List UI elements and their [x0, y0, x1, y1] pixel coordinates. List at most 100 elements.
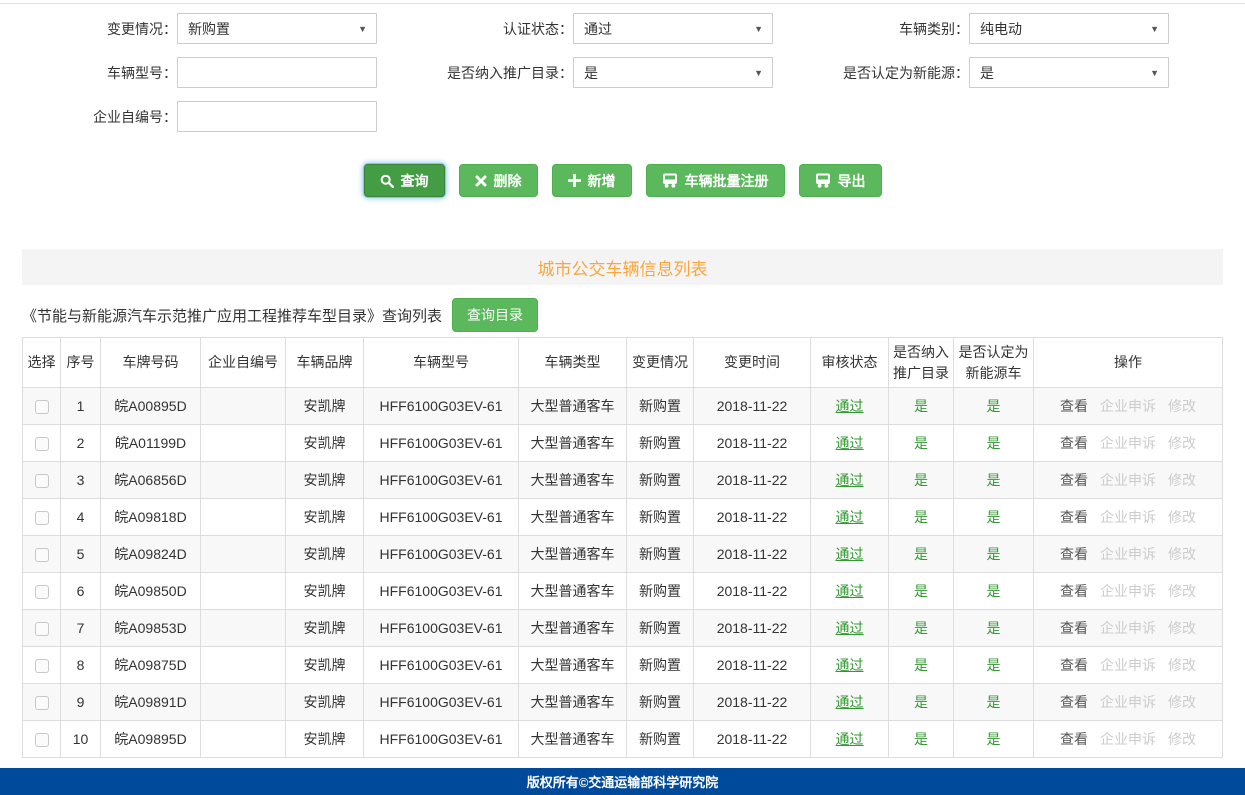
audit-status-link[interactable]: 通过 — [836, 435, 864, 451]
appeal-link[interactable]: 企业申诉 — [1100, 694, 1156, 710]
plate-cell: 皖A06856D — [101, 462, 201, 499]
vehicle-type-cell: 大型普通客车 — [519, 573, 627, 610]
audit-status-link[interactable]: 通过 — [836, 583, 864, 599]
column-header-new-energy: 是否认定为新能源车 — [954, 338, 1034, 388]
delete-button[interactable]: 删除 — [459, 164, 538, 197]
row-checkbox[interactable] — [35, 400, 49, 414]
appeal-link[interactable]: 企业申诉 — [1100, 731, 1156, 747]
vehicle-model-input[interactable] — [177, 57, 377, 88]
new-energy-cell: 是 — [954, 425, 1034, 462]
view-link[interactable]: 查看 — [1060, 398, 1088, 414]
row-checkbox[interactable] — [35, 659, 49, 673]
seq-cell: 2 — [61, 425, 101, 462]
appeal-link[interactable]: 企业申诉 — [1100, 472, 1156, 488]
modify-link[interactable]: 修改 — [1168, 398, 1196, 414]
row-checkbox[interactable] — [35, 622, 49, 636]
row-checkbox[interactable] — [35, 585, 49, 599]
vehicle-category-label: 车辆类别： — [899, 19, 969, 39]
row-checkbox[interactable] — [35, 437, 49, 451]
modify-link[interactable]: 修改 — [1168, 620, 1196, 636]
audit-status-link[interactable]: 通过 — [836, 546, 864, 562]
chevron-down-icon: ▼ — [754, 68, 763, 78]
appeal-link[interactable]: 企业申诉 — [1100, 583, 1156, 599]
new-energy-cell: 是 — [954, 573, 1034, 610]
actions-cell: 查看企业申诉修改 — [1034, 425, 1223, 462]
row-checkbox[interactable] — [35, 733, 49, 747]
change-status-select[interactable]: 新购置 ▼ — [177, 13, 377, 44]
brand-cell: 安凯牌 — [286, 499, 364, 536]
audit-status-link[interactable]: 通过 — [836, 694, 864, 710]
export-button[interactable]: 导出 — [799, 164, 882, 197]
appeal-link[interactable]: 企业申诉 — [1100, 546, 1156, 562]
row-checkbox[interactable] — [35, 474, 49, 488]
select-cell — [23, 647, 61, 684]
change-date-cell: 2018-11-22 — [694, 721, 811, 758]
cert-status-select[interactable]: 通过 ▼ — [573, 13, 773, 44]
view-link[interactable]: 查看 — [1060, 435, 1088, 451]
audit-status-link[interactable]: 通过 — [836, 620, 864, 636]
field-vehicle-model: 车辆型号： — [0, 57, 377, 88]
column-header-model: 车辆型号 — [364, 338, 519, 388]
audit-status-link[interactable]: 通过 — [836, 509, 864, 525]
modify-link[interactable]: 修改 — [1168, 583, 1196, 599]
appeal-link[interactable]: 企业申诉 — [1100, 398, 1156, 414]
view-link[interactable]: 查看 — [1060, 546, 1088, 562]
view-link[interactable]: 查看 — [1060, 731, 1088, 747]
audit-status-cell: 通过 — [811, 425, 889, 462]
audit-status-link[interactable]: 通过 — [836, 731, 864, 747]
column-header-plate: 车牌号码 — [101, 338, 201, 388]
model-cell: HFF6100G03EV-61 — [364, 462, 519, 499]
row-checkbox[interactable] — [35, 696, 49, 710]
batch-register-button[interactable]: 车辆批量注册 — [646, 164, 785, 197]
change-cell: 新购置 — [627, 610, 694, 647]
vehicle-category-select[interactable]: 纯电动 ▼ — [969, 13, 1169, 44]
column-header-audit-status: 审核状态 — [811, 338, 889, 388]
enterprise-no-input[interactable] — [177, 101, 377, 132]
view-link[interactable]: 查看 — [1060, 620, 1088, 636]
modify-link[interactable]: 修改 — [1168, 509, 1196, 525]
query-catalog-button[interactable]: 查询目录 — [452, 298, 538, 332]
in-catalog-cell: 是 — [889, 573, 954, 610]
row-checkbox[interactable] — [35, 548, 49, 562]
enterprise-no-cell — [201, 610, 286, 647]
table-row: 7皖A09853D安凯牌HFF6100G03EV-61大型普通客车新购置2018… — [23, 610, 1223, 647]
appeal-link[interactable]: 企业申诉 — [1100, 657, 1156, 673]
appeal-link[interactable]: 企业申诉 — [1100, 620, 1156, 636]
new-energy-cell: 是 — [954, 647, 1034, 684]
actions-cell: 查看企业申诉修改 — [1034, 388, 1223, 425]
appeal-link[interactable]: 企业申诉 — [1100, 435, 1156, 451]
actions-cell: 查看企业申诉修改 — [1034, 573, 1223, 610]
audit-status-link[interactable]: 通过 — [836, 398, 864, 414]
view-link[interactable]: 查看 — [1060, 657, 1088, 673]
modify-link[interactable]: 修改 — [1168, 472, 1196, 488]
in-catalog-cell: 是 — [889, 610, 954, 647]
appeal-link[interactable]: 企业申诉 — [1100, 509, 1156, 525]
row-checkbox[interactable] — [35, 511, 49, 525]
bus-icon — [815, 173, 831, 188]
is-new-energy-select[interactable]: 是 ▼ — [969, 57, 1169, 88]
modify-link[interactable]: 修改 — [1168, 435, 1196, 451]
vehicle-type-cell: 大型普通客车 — [519, 425, 627, 462]
audit-status-link[interactable]: 通过 — [836, 472, 864, 488]
view-link[interactable]: 查看 — [1060, 472, 1088, 488]
modify-link[interactable]: 修改 — [1168, 546, 1196, 562]
change-cell: 新购置 — [627, 684, 694, 721]
enterprise-no-cell — [201, 462, 286, 499]
modify-link[interactable]: 修改 — [1168, 731, 1196, 747]
in-catalog-cell: 是 — [889, 425, 954, 462]
view-link[interactable]: 查看 — [1060, 509, 1088, 525]
in-promo-catalog-select[interactable]: 是 ▼ — [573, 57, 773, 88]
add-button[interactable]: 新增 — [552, 164, 632, 197]
view-link[interactable]: 查看 — [1060, 694, 1088, 710]
copyright-text: 版权所有©交通运输部科学研究院 — [527, 772, 719, 791]
query-button[interactable]: 查询 — [364, 164, 445, 197]
view-link[interactable]: 查看 — [1060, 583, 1088, 599]
table-row: 4皖A09818D安凯牌HFF6100G03EV-61大型普通客车新购置2018… — [23, 499, 1223, 536]
modify-link[interactable]: 修改 — [1168, 657, 1196, 673]
enterprise-no-cell — [201, 388, 286, 425]
modify-link[interactable]: 修改 — [1168, 694, 1196, 710]
table-row: 1皖A00895D安凯牌HFF6100G03EV-61大型普通客车新购置2018… — [23, 388, 1223, 425]
vehicle-table: 选择序号车牌号码企业自编号车辆品牌车辆型号车辆类型变更情况变更时间审核状态是否纳… — [22, 337, 1223, 758]
audit-status-link[interactable]: 通过 — [836, 657, 864, 673]
plate-cell: 皖A09853D — [101, 610, 201, 647]
